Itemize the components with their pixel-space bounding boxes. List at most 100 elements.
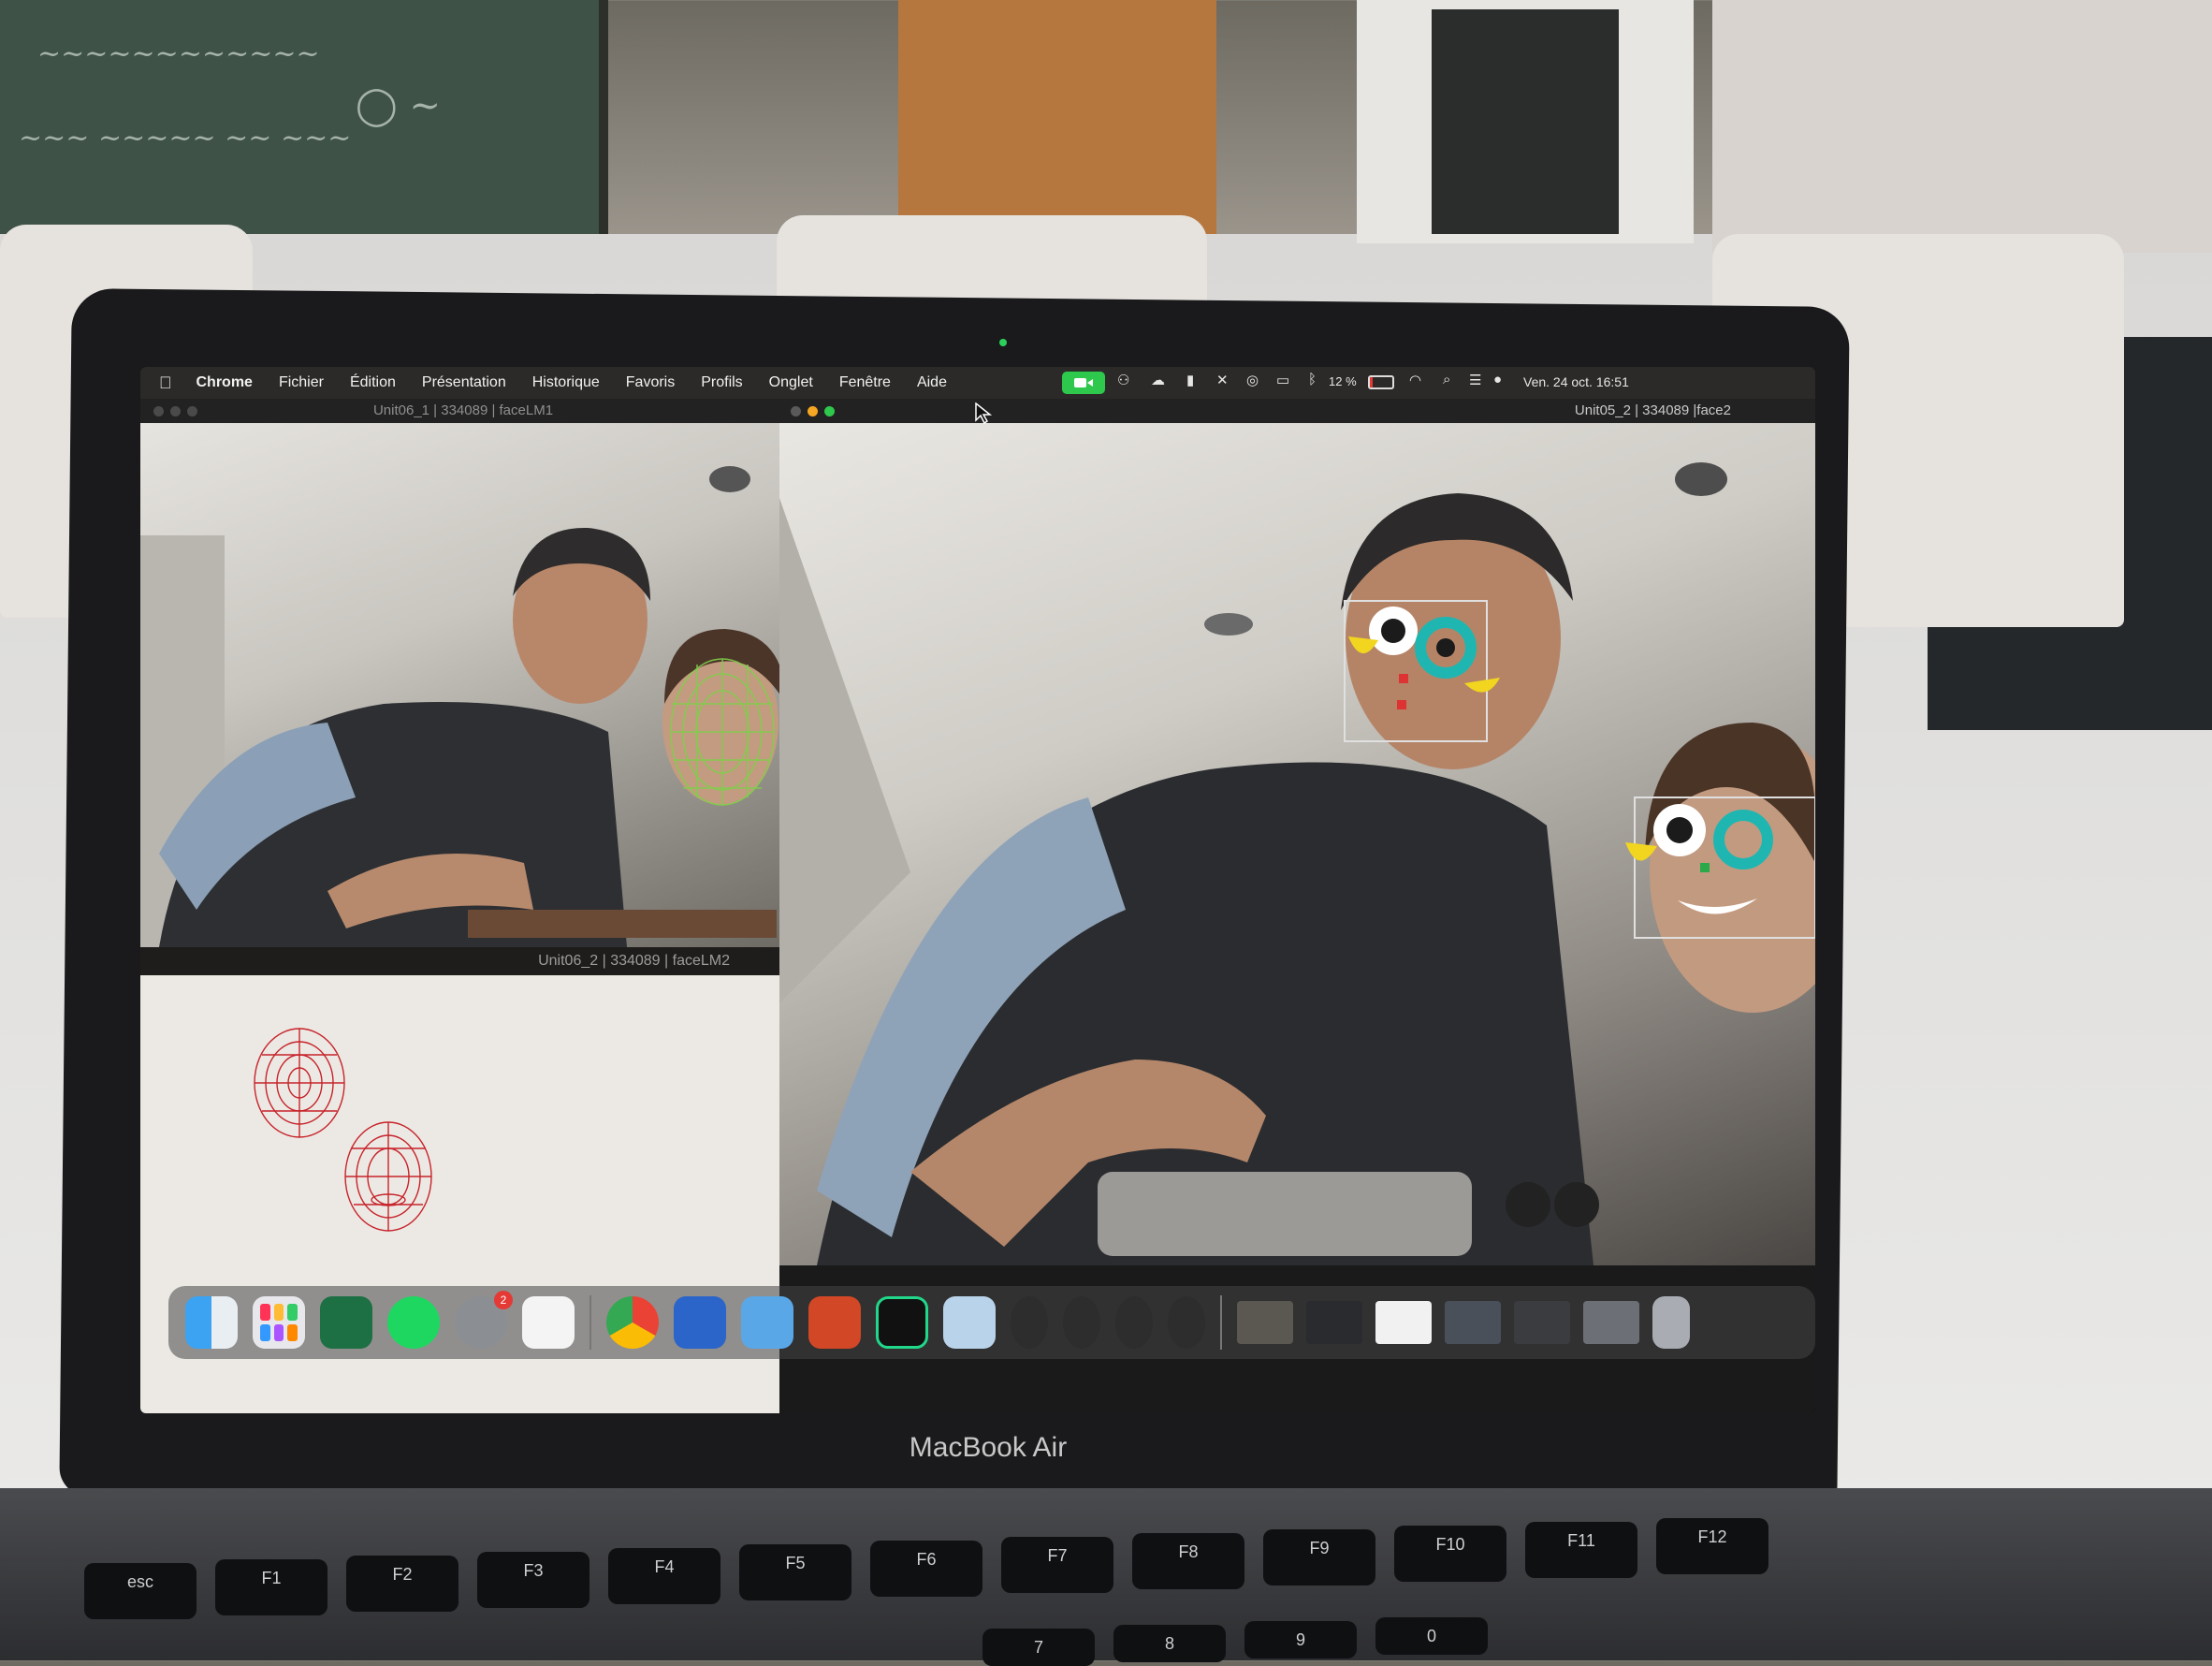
eye-overlay-pupil xyxy=(1666,817,1693,843)
menu-clock[interactable]: Ven. 24 oct. 16:51 xyxy=(1523,374,1629,397)
close-button[interactable] xyxy=(791,406,801,416)
script-icon[interactable] xyxy=(1168,1296,1205,1349)
script-icon[interactable] xyxy=(1063,1296,1100,1349)
creative-cloud-icon[interactable]: ☁ xyxy=(1151,372,1165,394)
script-icon[interactable] xyxy=(1011,1296,1048,1349)
phone-camera-lens xyxy=(1554,1182,1599,1227)
finder-icon[interactable] xyxy=(185,1296,238,1349)
key-7[interactable]: 7 xyxy=(982,1629,1095,1666)
desk-edge xyxy=(468,910,777,938)
key-f6[interactable]: F6 xyxy=(870,1541,982,1597)
mute-icon[interactable]: ✕ xyxy=(1216,372,1229,394)
ceiling-light xyxy=(1204,613,1253,636)
ceiling-light xyxy=(709,466,750,492)
key-f5[interactable]: F5 xyxy=(739,1544,851,1600)
wall xyxy=(1712,0,2212,253)
key-f11[interactable]: F11 xyxy=(1525,1522,1637,1578)
menu-historique[interactable]: Historique xyxy=(519,374,613,391)
ceiling-light xyxy=(1675,462,1727,496)
key-f9[interactable]: F9 xyxy=(1263,1529,1375,1586)
system-settings-icon[interactable]: 2 xyxy=(455,1291,513,1349)
camera-indicator-light xyxy=(999,339,1007,346)
menu-fichier[interactable]: Fichier xyxy=(266,374,337,391)
red-face-mesh xyxy=(254,1028,345,1138)
excel-icon[interactable] xyxy=(320,1296,372,1349)
menu-favoris[interactable]: Favoris xyxy=(613,374,688,391)
key-8[interactable]: 8 xyxy=(1113,1625,1226,1662)
menu-aide[interactable]: Aide xyxy=(904,374,960,391)
window-title[interactable]: Unit06_1 | 334089 | faceLM1 xyxy=(140,399,786,423)
launchpad-icon[interactable] xyxy=(253,1296,305,1349)
key-f4[interactable]: F4 xyxy=(608,1548,720,1604)
laptop-screen:  Chrome Fichier Édition Présentation Hi… xyxy=(140,367,1815,1413)
focus-icon[interactable]: ⚇ xyxy=(1117,372,1129,394)
preview-icon[interactable] xyxy=(943,1296,996,1349)
key-f8[interactable]: F8 xyxy=(1132,1533,1244,1589)
menu-profils[interactable]: Profils xyxy=(688,374,755,391)
key-f7[interactable]: F7 xyxy=(1001,1537,1113,1593)
face-landmark-window[interactable]: Unit06_1 | 334089 | faceLM1 Unit06_2 | 3… xyxy=(140,399,786,1413)
key-f12[interactable]: F12 xyxy=(1656,1518,1768,1574)
apple-menu-icon[interactable]:  xyxy=(140,373,183,393)
camera-in-use-icon[interactable] xyxy=(1062,372,1105,394)
zoom-button[interactable] xyxy=(187,406,197,416)
window-title: Unit05_2 | 334089 |face2 xyxy=(1574,402,1731,418)
nose-marker xyxy=(1399,674,1408,683)
paw-icon[interactable] xyxy=(741,1296,793,1349)
zoom-button[interactable] xyxy=(824,406,835,416)
spotify-icon[interactable] xyxy=(387,1296,440,1349)
menu-fenetre[interactable]: Fenêtre xyxy=(826,374,904,391)
siri-icon[interactable]: ● xyxy=(1493,372,1502,394)
trash-icon[interactable] xyxy=(1652,1296,1690,1349)
battery-icon[interactable] xyxy=(1368,375,1394,389)
notification-badge: 2 xyxy=(494,1291,513,1309)
key-esc[interactable]: esc xyxy=(84,1563,196,1619)
pycharm-icon[interactable] xyxy=(876,1296,928,1349)
face-detection-window[interactable]: Unit05_2 | 334089 |face2 xyxy=(779,399,1815,1413)
key-f10[interactable]: F10 xyxy=(1394,1526,1506,1582)
airdrop-icon[interactable]: ◎ xyxy=(1246,372,1259,394)
spotlight-search-icon[interactable]: ⌕ xyxy=(1443,372,1450,394)
freeform-icon[interactable] xyxy=(522,1296,575,1349)
keyboard-icon[interactable]: ▭ xyxy=(1276,372,1289,394)
webcam-feed xyxy=(140,423,786,947)
red-face-mesh xyxy=(344,1121,432,1232)
minimize-button[interactable] xyxy=(808,406,818,416)
menu-edition[interactable]: Édition xyxy=(337,374,409,391)
bluetooth-icon[interactable]: ᛒ xyxy=(1308,372,1317,394)
dock-separator xyxy=(589,1295,591,1350)
laptop-brand-label: MacBook Air xyxy=(909,1432,1068,1463)
camera-label: Unit06_2 | 334089 | faceLM2 xyxy=(140,947,786,975)
eye-overlay-pupil xyxy=(1381,619,1405,643)
close-button[interactable] xyxy=(153,406,164,416)
key-f3[interactable]: F3 xyxy=(477,1552,589,1608)
key-f1[interactable]: F1 xyxy=(215,1559,327,1615)
phone xyxy=(1098,1172,1472,1256)
wifi-icon[interactable]: ◠ xyxy=(1409,372,1421,394)
minimized-window-thumbnail[interactable] xyxy=(1514,1301,1570,1344)
menu-onglet[interactable]: Onglet xyxy=(756,374,826,391)
word-icon[interactable] xyxy=(674,1296,726,1349)
minimize-button[interactable] xyxy=(170,406,181,416)
minimized-window-thumbnail[interactable] xyxy=(1306,1301,1362,1344)
chalkboard: ~~~~~~~~~~~~ ~~~ ~~~~~ ~~ ~~~ ◯ ~ xyxy=(0,0,608,234)
clipboard-icon[interactable]: ▮ xyxy=(1186,372,1194,394)
menu-presentation[interactable]: Présentation xyxy=(409,374,519,391)
control-center-icon[interactable]: ☰ xyxy=(1469,372,1481,394)
key-0[interactable]: 0 xyxy=(1375,1617,1488,1655)
minimized-window-thumbnail[interactable] xyxy=(1375,1301,1432,1344)
menu-app-name[interactable]: Chrome xyxy=(183,374,266,391)
key-f2[interactable]: F2 xyxy=(346,1556,458,1612)
mouth-marker xyxy=(1397,700,1406,709)
minimized-window-thumbnail[interactable] xyxy=(1445,1301,1501,1344)
minimized-window-thumbnail[interactable] xyxy=(1237,1301,1293,1344)
minimized-window-thumbnail[interactable] xyxy=(1583,1301,1639,1344)
window-title-bar[interactable]: Unit05_2 | 334089 |face2 xyxy=(779,399,1815,423)
menu-bar:  Chrome Fichier Édition Présentation Hi… xyxy=(140,367,1815,399)
webcam-feed xyxy=(779,423,1815,1265)
battery-percent: 12 % xyxy=(1329,374,1357,388)
powerpoint-icon[interactable] xyxy=(808,1296,861,1349)
script-icon[interactable] xyxy=(1115,1296,1153,1349)
key-9[interactable]: 9 xyxy=(1244,1621,1357,1659)
chrome-icon[interactable] xyxy=(606,1296,659,1349)
